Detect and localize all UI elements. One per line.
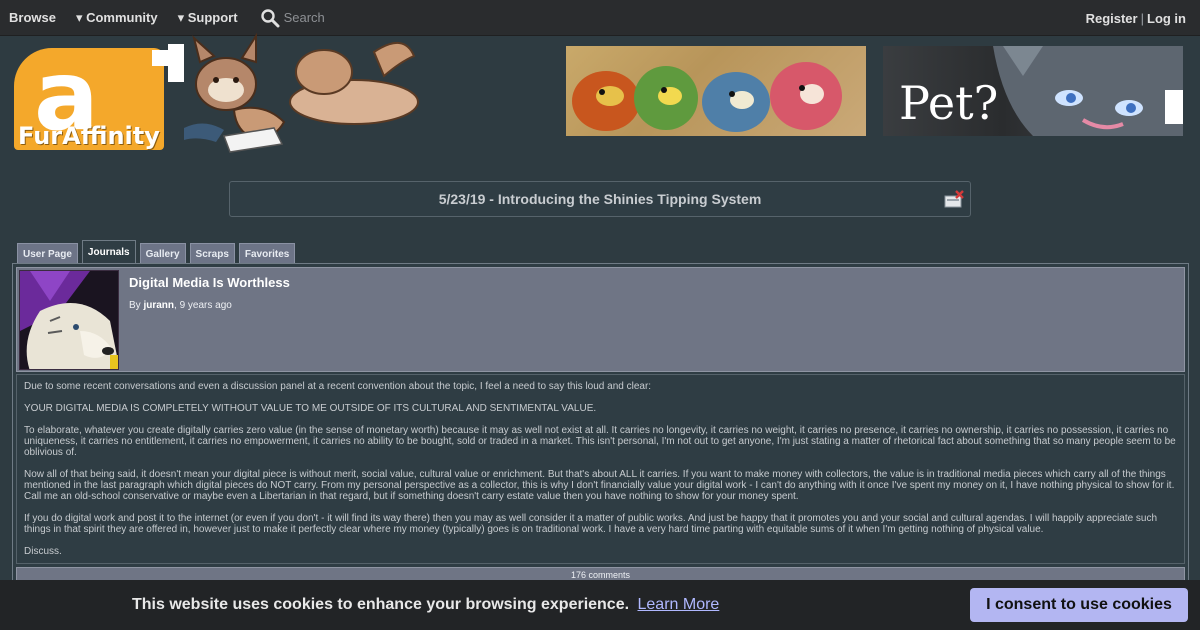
nav-browse[interactable]: Browse xyxy=(9,10,56,25)
cookie-banner: This website uses cookies to enhance you… xyxy=(0,580,1200,630)
ad-banner-birds[interactable] xyxy=(566,46,866,136)
site-notice[interactable]: 5/23/19 - Introducing the Shinies Tippin… xyxy=(229,181,971,217)
dismiss-notice-icon[interactable] xyxy=(944,190,964,208)
consent-button[interactable]: I consent to use cookies xyxy=(970,588,1188,622)
ad-banner-pet[interactable]: Pet? xyxy=(883,46,1183,136)
journal-panel: Digital Media Is Worthless By jurann, 9 … xyxy=(12,263,1189,583)
search-box xyxy=(260,0,444,36)
login-link[interactable]: Log in xyxy=(1147,11,1186,26)
tab-gallery[interactable]: Gallery xyxy=(139,243,186,264)
journal-paragraph: Discuss. xyxy=(24,546,62,557)
register-link[interactable]: Register xyxy=(1086,11,1138,26)
search-icon[interactable] xyxy=(260,8,280,28)
logo-text: FurAffinity xyxy=(18,122,160,150)
tab-user-page[interactable]: User Page xyxy=(17,243,78,264)
journal-paragraph: Due to some recent conversations and eve… xyxy=(24,381,652,392)
pet-banner-text: Pet? xyxy=(899,76,999,130)
nav-community[interactable]: ▾ Community xyxy=(76,10,158,26)
notice-text: 5/23/19 - Introducing the Shinies Tippin… xyxy=(438,191,762,207)
profile-tabs: User Page Journals Gallery Scraps Favori… xyxy=(17,240,299,264)
journal-age: , 9 years ago xyxy=(174,300,232,311)
tab-journals[interactable]: Journals xyxy=(81,240,136,264)
nav-support[interactable]: ▾ Support xyxy=(178,10,238,26)
top-nav: Browse ▾ Community ▾ Support Register|Lo… xyxy=(0,0,1200,36)
cookie-message: This website uses cookies to enhance you… xyxy=(132,596,719,614)
journal-meta: By jurann, 9 years ago xyxy=(129,300,232,311)
avatar-image xyxy=(20,271,118,369)
journal-paragraph: YOUR DIGITAL MEDIA IS COMPLETELY WITHOUT… xyxy=(24,403,597,414)
tab-scraps[interactable]: Scraps xyxy=(189,243,235,264)
auth-separator: | xyxy=(1140,11,1144,26)
auth-links: Register | Log in xyxy=(1086,11,1186,26)
cookie-text: This website uses cookies to enhance you… xyxy=(132,596,630,613)
journal-title: Digital Media Is Worthless xyxy=(129,275,290,290)
learn-more-link[interactable]: Learn More xyxy=(638,596,720,613)
journal-header: Digital Media Is Worthless By jurann, 9 … xyxy=(16,267,1185,372)
search-input[interactable] xyxy=(283,10,444,25)
journal-paragraph: Now all of that being said, it doesn't m… xyxy=(24,469,1175,502)
avatar[interactable] xyxy=(19,270,119,370)
journal-paragraph: If you do digital work and post it to th… xyxy=(24,513,1158,535)
site-logo[interactable]: a FurAffinity xyxy=(14,32,424,163)
tab-favorites[interactable]: Favorites xyxy=(238,243,296,264)
mascot-illustration xyxy=(184,32,419,153)
journal-author-link[interactable]: jurann xyxy=(143,300,174,311)
journal-body: Due to some recent conversations and eve… xyxy=(16,374,1185,564)
journal-paragraph: To elaborate, whatever you create digita… xyxy=(24,425,1176,458)
journal-by-label: By xyxy=(129,300,141,311)
birds-illustration xyxy=(572,62,842,132)
